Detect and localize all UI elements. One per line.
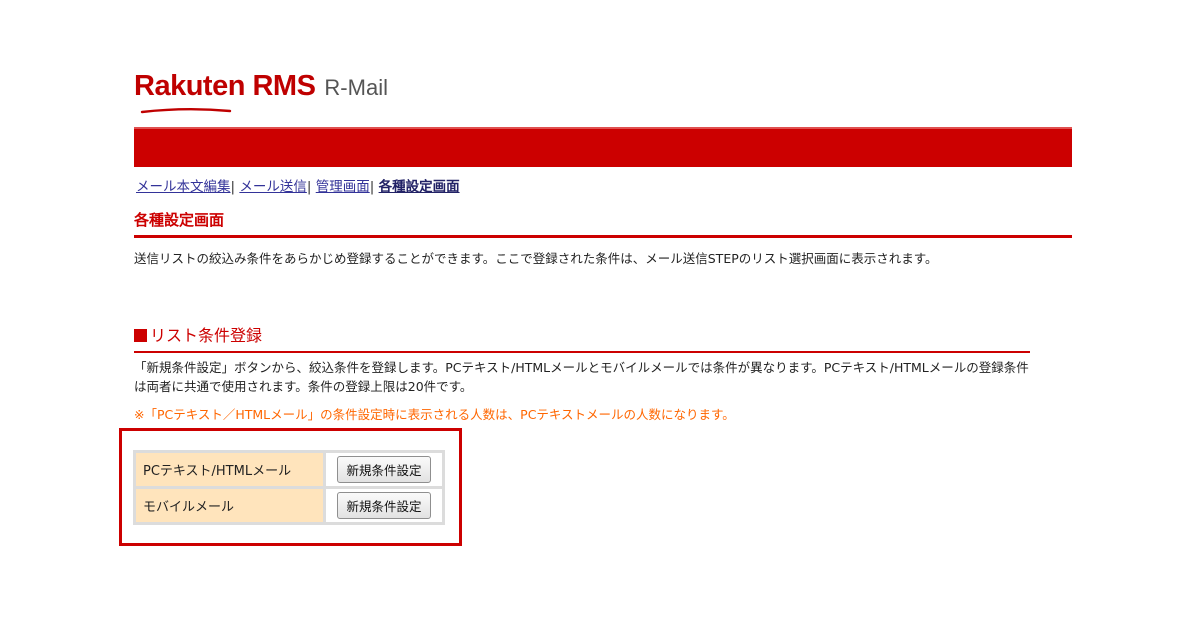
section-note: ※「PCテキスト／HTMLメール」の条件設定時に表示される人数は、PCテキストメ…: [134, 407, 735, 422]
nav-separator: |: [306, 179, 312, 195]
section-title-text: リスト条件登録: [150, 326, 263, 345]
condition-cell-pc: 新規条件設定: [326, 453, 442, 486]
page: Rakuten RMS R-Mail メール本文編集| メール送信| 管理画面|…: [0, 0, 1200, 630]
logo-product: R-Mail: [324, 75, 388, 100]
nav-separator: |: [369, 179, 375, 195]
new-condition-button-mobile[interactable]: 新規条件設定: [337, 492, 431, 519]
condition-label-pc: PCテキスト/HTMLメール: [136, 453, 323, 486]
breadcrumb-nav: メール本文編集| メール送信| 管理画面| 各種設定画面: [136, 175, 460, 195]
nav-separator: |: [230, 179, 236, 195]
square-bullet-icon: [134, 329, 147, 342]
logo-brand: Rakuten RMS: [134, 70, 316, 102]
nav-link-mail-edit[interactable]: メール本文編集: [136, 179, 231, 195]
rakuten-rms-logo: Rakuten RMS R-Mail: [134, 70, 388, 114]
condition-row-mobile: モバイルメール 新規条件設定: [136, 489, 442, 522]
new-condition-button-pc[interactable]: 新規条件設定: [337, 456, 431, 483]
nav-link-settings[interactable]: 各種設定画面: [379, 179, 460, 195]
condition-table: PCテキスト/HTMLメール 新規条件設定 モバイルメール 新規条件設定: [133, 450, 445, 525]
section-description: 「新規条件設定」ボタンから、絞込条件を登録します。PCテキスト/HTMLメールと…: [134, 360, 1029, 394]
condition-row-pc: PCテキスト/HTMLメール 新規条件設定: [136, 453, 442, 486]
logo-swoosh-icon: [140, 108, 232, 114]
condition-label-mobile: モバイルメール: [136, 489, 323, 522]
nav-link-admin[interactable]: 管理画面: [316, 179, 370, 195]
page-description: 送信リストの絞込み条件をあらかじめ登録することができます。ここで登録された条件は…: [134, 251, 938, 266]
nav-link-mail-send[interactable]: メール送信: [239, 179, 307, 195]
section-title: リスト条件登録: [134, 322, 1030, 353]
header-bar: [134, 127, 1072, 167]
page-title: 各種設定画面: [134, 209, 1072, 238]
condition-cell-mobile: 新規条件設定: [326, 489, 442, 522]
